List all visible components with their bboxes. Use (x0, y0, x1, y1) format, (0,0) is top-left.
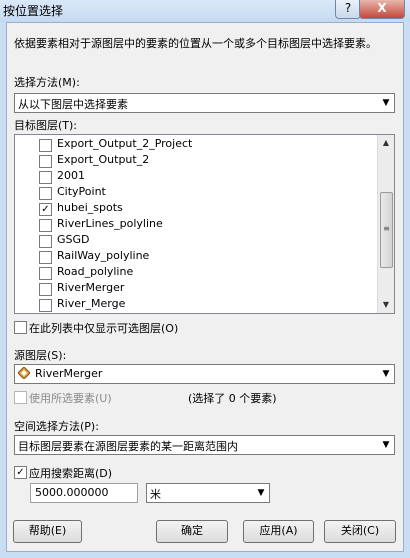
spatial-method-combo[interactable]: 目标图层要素在源图层要素的某一距离范围内 ▼ (14, 435, 395, 455)
list-item[interactable]: Export_Output_2_Project (57, 136, 192, 152)
search-distance-value: 5000.000000 (35, 486, 109, 499)
list-item[interactable]: RiverMerger (57, 280, 124, 296)
search-distance-checkbox[interactable]: ✓ (14, 466, 27, 479)
help-title-button[interactable]: ? (335, 0, 361, 19)
layer-checkbox[interactable] (39, 187, 52, 200)
spatial-method-value: 目标图层要素在源图层要素的某一距离范围内 (18, 440, 238, 453)
dialog-body: 依据要素相对于源图层中的要素的位置从一个或多个目标图层中选择要素。 选择方法(M… (6, 22, 404, 552)
list-item[interactable]: GSGD (57, 232, 90, 248)
search-distance-label: 应用搜索距离(D) (29, 467, 113, 480)
list-item[interactable]: RiverLines_polyline (57, 216, 163, 232)
help-button[interactable]: 帮助(E) (13, 520, 82, 543)
selection-method-combo[interactable]: 从以下图层中选择要素 ▼ (14, 93, 395, 113)
selection-method-value: 从以下图层中选择要素 (18, 98, 128, 111)
distance-unit-combo[interactable]: 米 ▼ (146, 483, 270, 503)
list-item[interactable]: 2001 (57, 168, 85, 184)
layer-checkbox[interactable] (39, 299, 52, 312)
list-item[interactable]: River_Merge (57, 296, 125, 312)
selection-count-status: (选择了 0 个要素) (188, 392, 277, 405)
list-item[interactable]: Road_polyline (57, 264, 133, 280)
selection-method-label: 选择方法(M): (14, 76, 80, 89)
list-item[interactable]: Export_Output_2 (57, 152, 149, 168)
layer-checkbox[interactable]: ✓ (39, 203, 52, 216)
layer-checkbox[interactable] (39, 139, 52, 152)
target-layers-label: 目标图层(T): (14, 119, 78, 132)
chevron-down-icon: ▼ (382, 98, 390, 108)
layer-checkbox[interactable] (39, 283, 52, 296)
only-selectable-checkbox[interactable] (14, 321, 27, 334)
description-text: 依据要素相对于源图层中的要素的位置从一个或多个目标图层中选择要素。 (14, 37, 377, 50)
spatial-method-label: 空间选择方法(P): (14, 420, 99, 433)
list-item[interactable]: hubei_spots (57, 200, 123, 216)
scroll-down-icon[interactable]: ▼ (378, 297, 394, 313)
layer-checkbox[interactable] (39, 171, 52, 184)
layer-checkbox[interactable] (39, 235, 52, 248)
distance-unit-value: 米 (150, 488, 161, 501)
polygon-layer-icon (17, 366, 31, 380)
layer-checkbox[interactable] (39, 251, 52, 264)
source-layer-label: 源图层(S): (14, 349, 67, 362)
close-button[interactable]: 关闭(C) (324, 520, 396, 543)
vertical-scrollbar[interactable]: ▲ ≡ ▼ (377, 135, 394, 313)
title-bar: 按位置选择 ? X (0, 0, 410, 22)
close-title-button[interactable]: X (359, 0, 405, 19)
layer-checkbox[interactable] (39, 267, 52, 280)
chevron-down-icon: ▼ (382, 369, 390, 379)
chevron-down-icon: ▼ (382, 440, 390, 450)
apply-button[interactable]: 应用(A) (243, 520, 314, 543)
only-selectable-label: 在此列表中仅显示可选图层(O) (29, 322, 179, 335)
chevron-down-icon: ▼ (257, 488, 265, 498)
list-item[interactable]: CityPoint (57, 184, 106, 200)
ok-button[interactable]: 确定 (156, 520, 228, 543)
search-distance-input[interactable]: 5000.000000 (30, 483, 138, 503)
scroll-up-icon[interactable]: ▲ (378, 135, 394, 151)
source-layer-combo[interactable]: RiverMerger ▼ (14, 364, 395, 384)
use-selected-checkbox[interactable] (14, 391, 27, 404)
target-layers-list[interactable]: Export_Output_2_Project Export_Output_2 20… (14, 134, 395, 314)
window-title: 按位置选择 (3, 4, 64, 18)
use-selected-label: 使用所选要素(U) (29, 392, 112, 405)
layer-checkbox[interactable] (39, 219, 52, 232)
layer-checkbox[interactable] (39, 155, 52, 168)
list-item[interactable]: RailWay_polyline (57, 248, 149, 264)
source-layer-value: RiverMerger (35, 367, 103, 380)
scroll-thumb[interactable]: ≡ (380, 192, 393, 268)
